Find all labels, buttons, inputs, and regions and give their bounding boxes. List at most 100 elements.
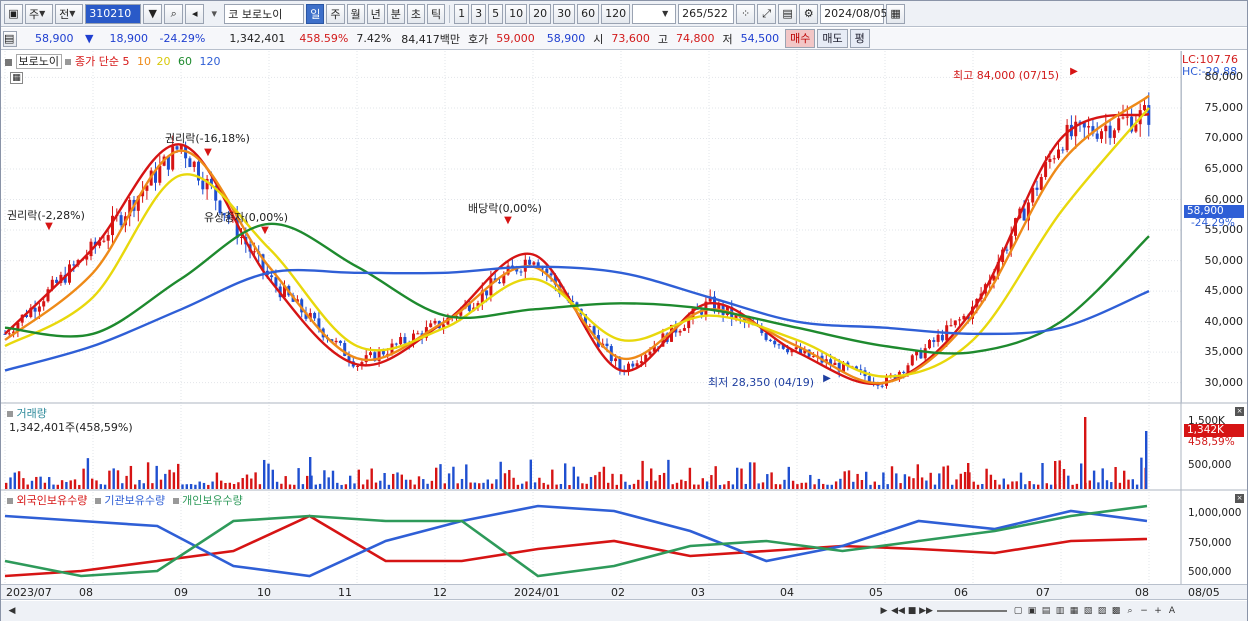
volume-bar xyxy=(452,466,455,489)
play-icon[interactable]: ▶ xyxy=(877,604,891,618)
volume-bar xyxy=(250,478,253,489)
volume-bar xyxy=(925,480,928,489)
volume-bar xyxy=(546,484,550,489)
volume-bar xyxy=(284,476,287,489)
volume-bar xyxy=(237,482,240,489)
volume-bar xyxy=(873,481,876,489)
font-icon[interactable]: A xyxy=(1165,604,1179,618)
volume-bar xyxy=(56,484,59,489)
ma10-label[interactable]: 10 xyxy=(133,55,151,68)
volume-bar xyxy=(202,482,206,489)
volume-bar xyxy=(594,475,597,489)
layout-8-icon[interactable]: ▩ xyxy=(1109,604,1123,618)
volume-bar xyxy=(1011,481,1014,489)
volume-bar xyxy=(232,484,236,489)
rewind-icon[interactable]: ◀◀ xyxy=(891,604,905,618)
volume-bar xyxy=(95,480,98,489)
volume-bar xyxy=(99,484,102,489)
volume-bar xyxy=(770,472,773,489)
volume-bar xyxy=(181,484,184,489)
volume-bar xyxy=(207,484,210,489)
volume-bar xyxy=(525,481,528,489)
volume-bar xyxy=(1028,481,1031,489)
candle-body xyxy=(528,259,532,265)
volume-bar xyxy=(1075,483,1079,489)
volume-bar xyxy=(589,476,593,489)
volume-bar xyxy=(108,470,111,489)
foreign-holding-label[interactable]: 외국인보유수량 xyxy=(17,494,88,507)
candle-body xyxy=(1117,118,1121,131)
volume-bar xyxy=(366,479,369,489)
ma60-label[interactable]: 60 xyxy=(174,55,192,68)
minus-icon[interactable]: − xyxy=(1137,604,1151,618)
candle-body xyxy=(682,328,686,331)
scroll-left-icon[interactable]: ◀ xyxy=(5,604,19,618)
volume-bar xyxy=(1123,470,1126,489)
volume-bar xyxy=(116,470,120,489)
layout-6-icon[interactable]: ▧ xyxy=(1081,604,1095,618)
layout-1-icon[interactable]: ▢ xyxy=(1011,604,1025,618)
layout-3-icon[interactable]: ▤ xyxy=(1039,604,1053,618)
candle-body xyxy=(399,337,403,345)
scroll-track[interactable] xyxy=(19,605,877,617)
candle-body xyxy=(1048,158,1052,163)
settings-grid-icon[interactable]: ▦ xyxy=(10,72,23,84)
close-icon[interactable]: × xyxy=(1235,407,1244,416)
volume-bar xyxy=(486,479,489,489)
candle-body xyxy=(1052,158,1056,160)
candle-body xyxy=(910,355,914,366)
volume-bar xyxy=(1118,482,1122,489)
candle-body xyxy=(201,180,205,190)
volume-bar xyxy=(951,484,954,489)
volume-bar xyxy=(78,484,81,489)
volume-bar xyxy=(357,469,360,489)
volume-bar xyxy=(658,474,661,489)
ma120-label[interactable]: 120 xyxy=(195,55,220,68)
legend-marker-icon xyxy=(7,498,13,504)
price-y-tick: 40,000 xyxy=(1204,314,1244,328)
volume-bar xyxy=(865,471,868,489)
candle-body xyxy=(773,340,777,345)
layout-2-icon[interactable]: ▣ xyxy=(1025,604,1039,618)
ma5-label[interactable]: 5 xyxy=(122,55,129,68)
volume-bar xyxy=(91,478,94,489)
volume-bar xyxy=(929,472,932,489)
layout-7-icon[interactable]: ▨ xyxy=(1095,604,1109,618)
close-icon[interactable]: × xyxy=(1235,494,1244,503)
volume-bar xyxy=(465,464,468,489)
layout-5-icon[interactable]: ▦ xyxy=(1067,604,1081,618)
volume-bar xyxy=(309,457,312,489)
volume-bar xyxy=(439,464,442,489)
candle-body xyxy=(1074,121,1078,137)
volume-bar xyxy=(985,468,988,489)
volume-bar xyxy=(1071,484,1074,489)
volume-bar xyxy=(701,478,704,489)
volume-bar xyxy=(503,473,507,489)
volume-bar xyxy=(890,466,894,489)
candle-body xyxy=(485,290,489,296)
layout-4-icon[interactable]: ▥ xyxy=(1053,604,1067,618)
volume-bar xyxy=(744,483,747,489)
volume-bar xyxy=(1006,484,1010,489)
zoom-icon[interactable]: ⌕ xyxy=(1123,604,1137,618)
plus-icon[interactable]: + xyxy=(1151,604,1165,618)
candle-body xyxy=(618,358,622,371)
annotation-arrow-icon: ▼ xyxy=(261,225,269,236)
ma-label[interactable]: 종가 단순 xyxy=(75,55,119,68)
forward-icon[interactable]: ▶▶ xyxy=(919,604,933,618)
volume-bar xyxy=(224,482,227,489)
volume-bar xyxy=(1015,481,1018,489)
volume-bar xyxy=(568,484,571,489)
individual-holding-label[interactable]: 개인보유수량 xyxy=(182,494,243,507)
candle-body xyxy=(1112,130,1116,138)
stop-icon[interactable]: ■ xyxy=(905,604,919,618)
candle-body xyxy=(1143,105,1146,111)
stock-name-legend[interactable]: 보로노이 xyxy=(15,54,62,69)
candle-body xyxy=(936,334,940,342)
volume-bar xyxy=(1002,478,1005,489)
volume-bar xyxy=(1092,470,1096,489)
volume-bar xyxy=(632,483,636,489)
ma20-label[interactable]: 20 xyxy=(154,55,170,68)
zoom-slider[interactable] xyxy=(937,610,1007,612)
institution-holding-label[interactable]: 기관보유수량 xyxy=(104,494,165,507)
